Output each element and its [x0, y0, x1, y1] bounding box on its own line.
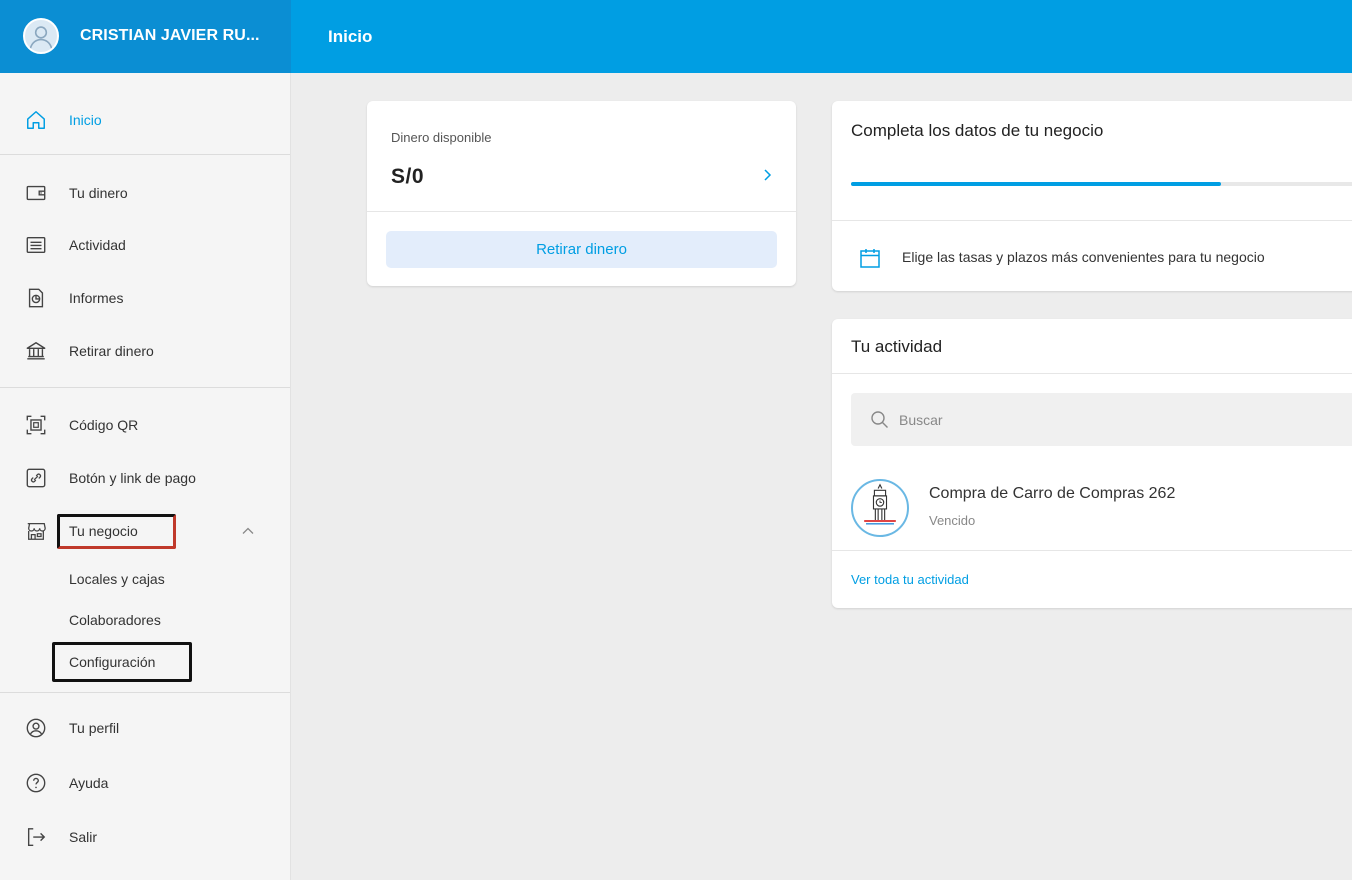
chevron-right-icon[interactable] [762, 165, 774, 185]
see-all-activity-link[interactable]: Ver toda tu actividad [851, 572, 969, 587]
sidebar-item-boton-link-pago[interactable]: Botón y link de pago [0, 458, 290, 498]
home-icon [24, 108, 48, 132]
sidebar-item-label: Actividad [69, 237, 126, 253]
user-header[interactable]: CRISTIAN JAVIER RU... [0, 0, 291, 73]
sidebar-divider [0, 692, 290, 693]
card-divider [832, 220, 1352, 221]
highlight-box [52, 642, 192, 682]
sidebar-item-label: Retirar dinero [69, 343, 154, 359]
sidebar-item-codigo-qr[interactable]: Código QR [0, 405, 290, 445]
chevron-up-icon[interactable] [241, 511, 255, 551]
sidebar-item-salir[interactable]: Salir [0, 817, 290, 857]
sidebar-divider [0, 387, 290, 388]
sidebar-item-label: Informes [69, 290, 124, 306]
transaction-status: Vencido [929, 513, 976, 528]
sidebar-item-tu-perfil[interactable]: Tu perfil [0, 708, 290, 748]
top-bar: CRISTIAN JAVIER RU... Inicio [0, 0, 1352, 73]
activity-icon [24, 233, 48, 257]
sidebar-divider [0, 154, 290, 155]
sidebar-subitem-colaboradores[interactable]: Colaboradores [69, 612, 161, 628]
available-money-label: Dinero disponible [391, 130, 492, 145]
qr-icon [24, 413, 48, 437]
withdraw-money-button[interactable]: Retirar dinero [386, 231, 777, 268]
bank-icon [24, 339, 48, 363]
sidebar-item-tu-dinero[interactable]: Tu dinero [0, 173, 290, 213]
sidebar-item-ayuda[interactable]: Ayuda [0, 763, 290, 803]
sidebar-item-actividad[interactable]: Actividad [0, 225, 290, 265]
sidebar-item-label: Botón y link de pago [69, 470, 196, 486]
activity-card: Tu actividad Compra de Carro de Compras … [832, 319, 1352, 608]
sidebar-item-label: Salir [69, 829, 98, 845]
sidebar-item-label: Tu dinero [69, 185, 128, 201]
reports-icon [24, 286, 48, 310]
user-avatar-icon [29, 26, 53, 49]
activity-title: Tu actividad [851, 337, 943, 356]
link-icon [24, 466, 48, 490]
available-money-card: Dinero disponible S/0 Retirar dinero [367, 101, 796, 286]
avatar[interactable] [23, 18, 59, 54]
sidebar-subitem-locales-cajas[interactable]: Locales y cajas [69, 571, 165, 587]
complete-business-title: Completa los datos de tu negocio [851, 121, 1104, 140]
card-divider [832, 373, 1352, 374]
sidebar-item-label: Ayuda [69, 775, 109, 791]
sidebar-item-label: Inicio [69, 112, 102, 128]
card-divider [832, 550, 1352, 551]
sidebar-item-informes[interactable]: Informes [0, 278, 290, 318]
highlight-box [57, 514, 176, 549]
sidebar-item-retirar-dinero[interactable]: Retirar dinero [0, 331, 290, 371]
logout-icon [24, 825, 48, 849]
complete-business-card[interactable]: Completa los datos de tu negocio Elige l… [832, 101, 1352, 291]
progress-bar [851, 182, 1352, 186]
transaction-avatar [851, 479, 909, 537]
page-title: Inicio [328, 27, 373, 46]
sidebar-item-label: Tu perfil [69, 720, 120, 736]
search-input[interactable] [899, 409, 1199, 431]
rates-tip-text[interactable]: Elige las tasas y plazos más conveniente… [902, 249, 1265, 265]
sidebar-item-label: Código QR [69, 417, 139, 433]
help-icon [24, 771, 48, 795]
progress-bar-fill [851, 182, 1221, 186]
wallet-icon [24, 181, 48, 205]
search-icon [870, 410, 889, 429]
sidebar-item-inicio[interactable]: Inicio [0, 100, 290, 140]
sidebar: Inicio Tu dinero Actividad Informes Reti… [0, 73, 291, 880]
transaction-title[interactable]: Compra de Carro de Compras 262 [929, 485, 1175, 503]
user-icon [24, 716, 48, 740]
search-box[interactable] [851, 393, 1352, 446]
store-icon [24, 519, 48, 543]
calendar-icon [859, 247, 881, 269]
card-divider [367, 211, 796, 212]
user-name: CRISTIAN JAVIER RU... [80, 27, 260, 44]
available-money-value[interactable]: S/0 [391, 165, 424, 189]
clock-tower-icon [864, 483, 896, 525]
